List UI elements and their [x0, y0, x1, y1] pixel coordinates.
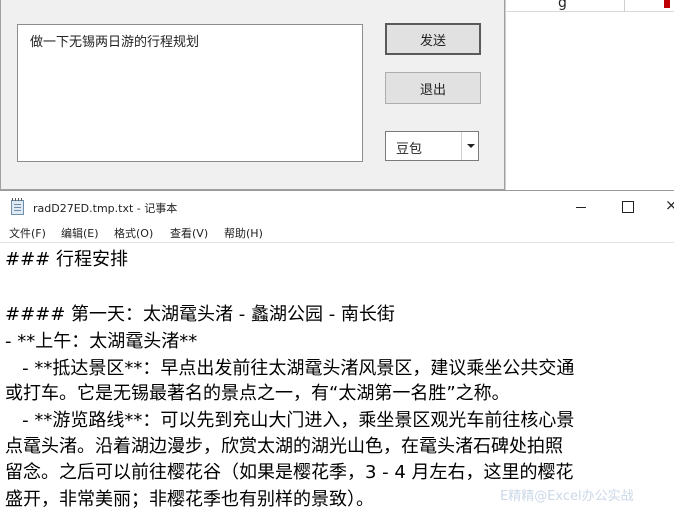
- menu-bar: 文件(F) 编辑(E) 格式(O) 查看(V) 帮助(H): [0, 222, 674, 242]
- text-line: 或打车。它是无锡最著名的景点之一，有“太湖第一名胜”之称。: [5, 383, 510, 404]
- send-button[interactable]: 发送: [385, 23, 481, 55]
- menu-edit[interactable]: 编辑(E): [61, 225, 99, 241]
- notepad-titlebar[interactable]: radD27ED.tmp.txt - 记事本 ×: [0, 191, 674, 222]
- chevron-down-icon[interactable]: [461, 132, 478, 160]
- text-line: - **上午：太湖鼋头渚**: [5, 331, 198, 352]
- notepad-file-icon: [11, 198, 24, 215]
- text-line: #### 第一天：太湖鼋头渚 - 蠡湖公园 - 南长街: [5, 304, 395, 325]
- maximize-button[interactable]: [604, 191, 650, 222]
- text-line: ### 行程安排: [5, 249, 128, 270]
- prompt-input[interactable]: 做一下无锡两日游的行程规划: [17, 24, 363, 162]
- background-window-red-mark: [664, 0, 670, 8]
- close-icon: ×: [665, 196, 674, 214]
- window-title: radD27ED.tmp.txt - 记事本: [33, 202, 178, 215]
- close-button[interactable]: ×: [650, 191, 674, 222]
- chat-dialog: 做一下无锡两日游的行程规划 发送 退出 豆包: [0, 0, 505, 190]
- menu-file[interactable]: 文件(F): [9, 225, 46, 241]
- minimize-button[interactable]: [558, 191, 604, 222]
- menu-help[interactable]: 帮助(H): [224, 225, 263, 241]
- screen: g 做一下无锡两日游的行程规划 发送 退出 豆包 radD27ED.tmp.tx…: [0, 0, 674, 520]
- text-line: 盛开，非常美丽；非樱花季也有别样的景致）。: [5, 489, 374, 510]
- background-window-glyph: g: [558, 0, 567, 11]
- exit-button[interactable]: 退出: [385, 72, 481, 104]
- text-editor[interactable]: ### 行程安排 #### 第一天：太湖鼋头渚 - 蠡湖公园 - 南长街 - *…: [0, 242, 674, 520]
- text-line: - **游览路线**：可以先到充山大门进入，乘坐景区观光车前往核心景: [5, 410, 575, 431]
- background-window-toolbar: g: [506, 0, 674, 12]
- text-line: 点鼋头渚。沿着湖边漫步，欣赏太湖的湖光山色，在鼋头渚石碑处拍照: [5, 436, 563, 457]
- model-select-value: 豆包: [396, 142, 423, 157]
- text-line: - **抵达景区**：早点出发前往太湖鼋头渚风景区，建议乘坐公共交通: [5, 358, 575, 379]
- notepad-window: radD27ED.tmp.txt - 记事本 × 文件(F) 编辑(E) 格式(…: [0, 190, 674, 520]
- menu-format[interactable]: 格式(O): [114, 225, 153, 241]
- menu-view[interactable]: 查看(V): [170, 225, 208, 241]
- background-window-divider: [624, 0, 625, 12]
- background-window: g: [505, 0, 674, 190]
- text-line: 留念。之后可以前往樱花谷（如果是樱花季，3 - 4 月左右，这里的樱花: [5, 462, 574, 483]
- watermark-text: E精精@Excel办公实战: [500, 489, 634, 504]
- model-select[interactable]: 豆包: [385, 131, 479, 161]
